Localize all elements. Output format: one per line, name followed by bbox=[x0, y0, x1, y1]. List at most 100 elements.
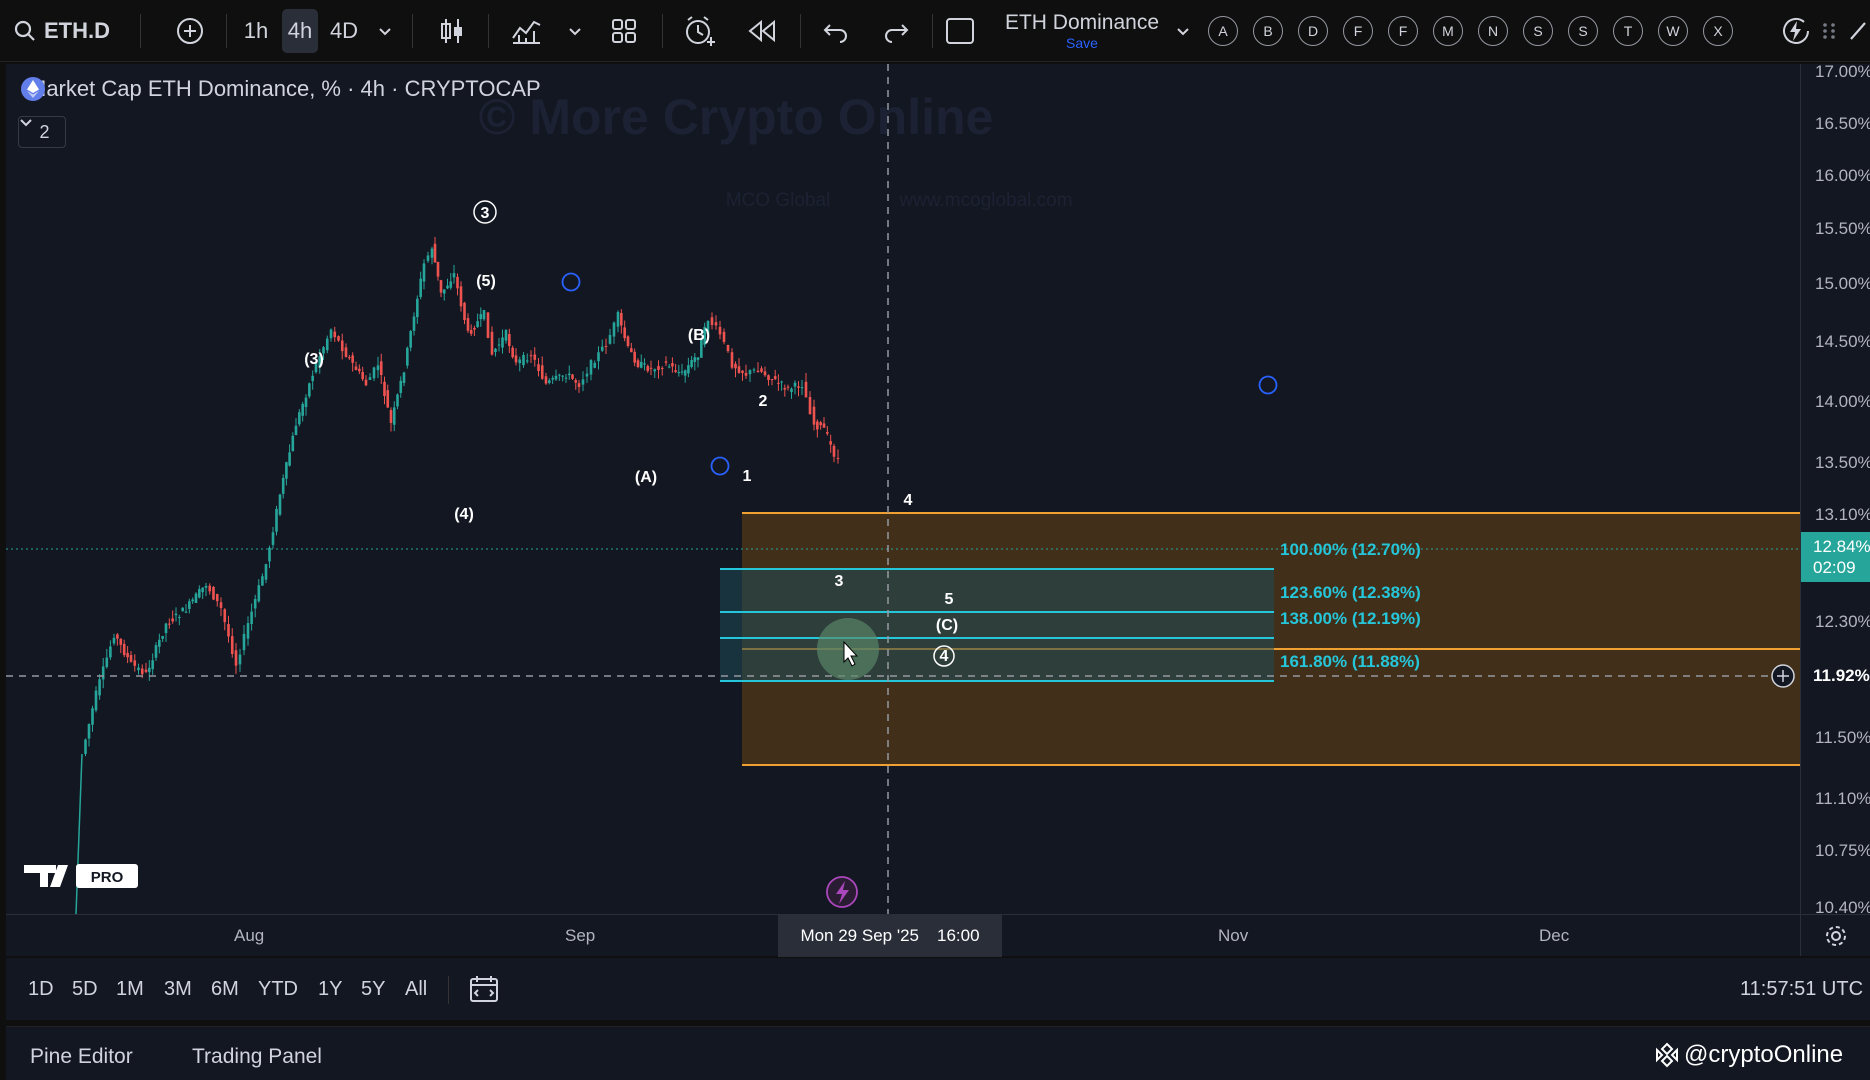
marker-circle[interactable] bbox=[561, 272, 581, 292]
layout-name-button[interactable]: ETH Dominance Save bbox=[992, 9, 1172, 53]
price-tick: 15.00% bbox=[1815, 274, 1870, 293]
fib-label-123: 123.60% (12.38%) bbox=[1280, 583, 1421, 602]
quick-button-b[interactable]: B bbox=[1253, 16, 1283, 46]
wave-label-c[interactable]: (C) bbox=[936, 617, 958, 634]
candle-body bbox=[412, 316, 416, 331]
redo-button[interactable] bbox=[878, 9, 914, 53]
tab-pine-editor[interactable]: Pine Editor bbox=[30, 1045, 133, 1069]
symbol-search-button[interactable]: ETH.D bbox=[14, 9, 124, 53]
quick-actions-button[interactable] bbox=[1776, 9, 1816, 53]
indicators-dropdown[interactable] bbox=[562, 9, 588, 53]
chart-legend[interactable]: Market Cap ETH Dominance, % · 4h · CRYPT… bbox=[20, 76, 541, 102]
compare-symbol-button[interactable] bbox=[172, 9, 208, 53]
wave-label-4-minor[interactable]: 4 bbox=[904, 492, 913, 509]
drag-handle[interactable] bbox=[1816, 9, 1842, 53]
candle-body bbox=[379, 361, 383, 376]
axis-settings-button[interactable] bbox=[1800, 914, 1870, 956]
candle-body bbox=[649, 367, 653, 369]
candle-body bbox=[773, 376, 777, 380]
quick-button-d[interactable]: D bbox=[1298, 16, 1328, 46]
wave-label-b[interactable]: (B) bbox=[688, 327, 710, 344]
chart-type-button[interactable] bbox=[434, 9, 470, 53]
undo-button[interactable] bbox=[818, 9, 854, 53]
quick-button-f2[interactable]: F bbox=[1388, 16, 1418, 46]
fullscreen-button[interactable] bbox=[942, 9, 978, 53]
marker-circle[interactable] bbox=[1258, 375, 1278, 395]
quick-button-s1[interactable]: S bbox=[1523, 16, 1553, 46]
quick-button-s2[interactable]: S bbox=[1568, 16, 1598, 46]
candle-body bbox=[250, 611, 253, 625]
range-1y[interactable]: 1Y bbox=[318, 978, 342, 1001]
candle-body bbox=[667, 366, 671, 368]
range-3m[interactable]: 3M bbox=[164, 978, 192, 1001]
candle-body bbox=[148, 667, 151, 673]
wave-label-3-minor[interactable]: 3 bbox=[835, 573, 844, 590]
interval-4d[interactable]: 4D bbox=[326, 9, 362, 53]
candle-body bbox=[473, 327, 476, 330]
fib-extension-box[interactable] bbox=[720, 569, 1274, 681]
tradingview-logo[interactable]: PRO bbox=[24, 864, 138, 888]
candle-body bbox=[333, 331, 337, 338]
indicators-button[interactable] bbox=[506, 9, 546, 53]
quick-button-a[interactable]: A bbox=[1208, 16, 1238, 46]
candle-body bbox=[804, 381, 808, 398]
range-1m[interactable]: 1M bbox=[116, 978, 144, 1001]
indicators-icon bbox=[512, 20, 541, 44]
candle-body bbox=[497, 344, 501, 346]
top-toolbar: ETH.D 1h 4h 4D ETH Dominance Save A B D … bbox=[0, 0, 1870, 62]
candle-body bbox=[608, 334, 612, 344]
go-to-date-button[interactable] bbox=[468, 974, 500, 1009]
quick-button-x[interactable]: X bbox=[1703, 16, 1733, 46]
layouts-button[interactable] bbox=[606, 9, 642, 53]
candle-body bbox=[275, 508, 278, 532]
price-axis[interactable]: 17.00% 16.50% 16.00% 15.50% 15.00% 14.50… bbox=[1800, 64, 1870, 914]
utc-clock[interactable]: 11:57:51 UTC bbox=[1740, 978, 1863, 1001]
quick-button-n[interactable]: N bbox=[1478, 16, 1508, 46]
draw-button[interactable] bbox=[1846, 9, 1870, 53]
candle-body bbox=[223, 609, 227, 623]
range-all[interactable]: All bbox=[405, 978, 427, 1001]
wave-label-1[interactable]: 1 bbox=[743, 468, 752, 485]
interval-dropdown[interactable] bbox=[372, 9, 398, 53]
interval-4h[interactable]: 4h bbox=[282, 9, 318, 53]
candle-body bbox=[151, 660, 154, 670]
range-6m[interactable]: 6M bbox=[211, 978, 239, 1001]
tab-trading-panel[interactable]: Trading Panel bbox=[192, 1045, 322, 1069]
candle-body bbox=[234, 650, 238, 666]
candle-body bbox=[133, 660, 137, 666]
wave-label-a[interactable]: (A) bbox=[635, 469, 657, 486]
indicator-collapse-button[interactable]: 2 bbox=[18, 116, 66, 148]
marker-circle[interactable] bbox=[710, 456, 730, 476]
candle-body bbox=[194, 593, 198, 603]
candle-body bbox=[372, 367, 376, 379]
time-axis[interactable]: Aug Sep Mon 29 Sep '25 16:00 Nov Dec bbox=[6, 914, 1800, 957]
candle-body bbox=[604, 345, 608, 347]
chart-pane[interactable]: © More Crypto Online MCO Global www.mcog… bbox=[6, 64, 1800, 914]
candle-body bbox=[430, 248, 434, 258]
range-ytd[interactable]: YTD bbox=[258, 978, 298, 1001]
wave-label-3[interactable]: (3) bbox=[304, 351, 324, 368]
wave-label-4[interactable]: (4) bbox=[454, 506, 474, 523]
range-5d[interactable]: 5D bbox=[72, 978, 98, 1001]
price-tick: 10.75% bbox=[1815, 841, 1870, 860]
wave-label-5-minor[interactable]: 5 bbox=[945, 591, 954, 608]
layout-dropdown[interactable] bbox=[1170, 9, 1196, 53]
quick-button-t[interactable]: T bbox=[1613, 16, 1643, 46]
range-1d[interactable]: 1D bbox=[28, 978, 54, 1001]
quick-button-f1[interactable]: F bbox=[1343, 16, 1373, 46]
candle-wick bbox=[75, 753, 83, 914]
range-5y[interactable]: 5Y bbox=[361, 978, 385, 1001]
quick-button-m[interactable]: M bbox=[1433, 16, 1463, 46]
candle-body bbox=[741, 370, 744, 373]
wave-label-2[interactable]: 2 bbox=[759, 393, 768, 410]
candle-body bbox=[168, 623, 171, 625]
wave-label-5[interactable]: (5) bbox=[476, 273, 496, 290]
candle-body bbox=[449, 281, 453, 288]
candle-body bbox=[626, 336, 630, 346]
alert-button[interactable] bbox=[680, 9, 720, 53]
candle-body bbox=[257, 585, 261, 602]
quick-button-w[interactable]: W bbox=[1658, 16, 1688, 46]
candle-body bbox=[230, 636, 234, 654]
replay-button[interactable] bbox=[742, 9, 782, 53]
interval-1h[interactable]: 1h bbox=[238, 9, 274, 53]
